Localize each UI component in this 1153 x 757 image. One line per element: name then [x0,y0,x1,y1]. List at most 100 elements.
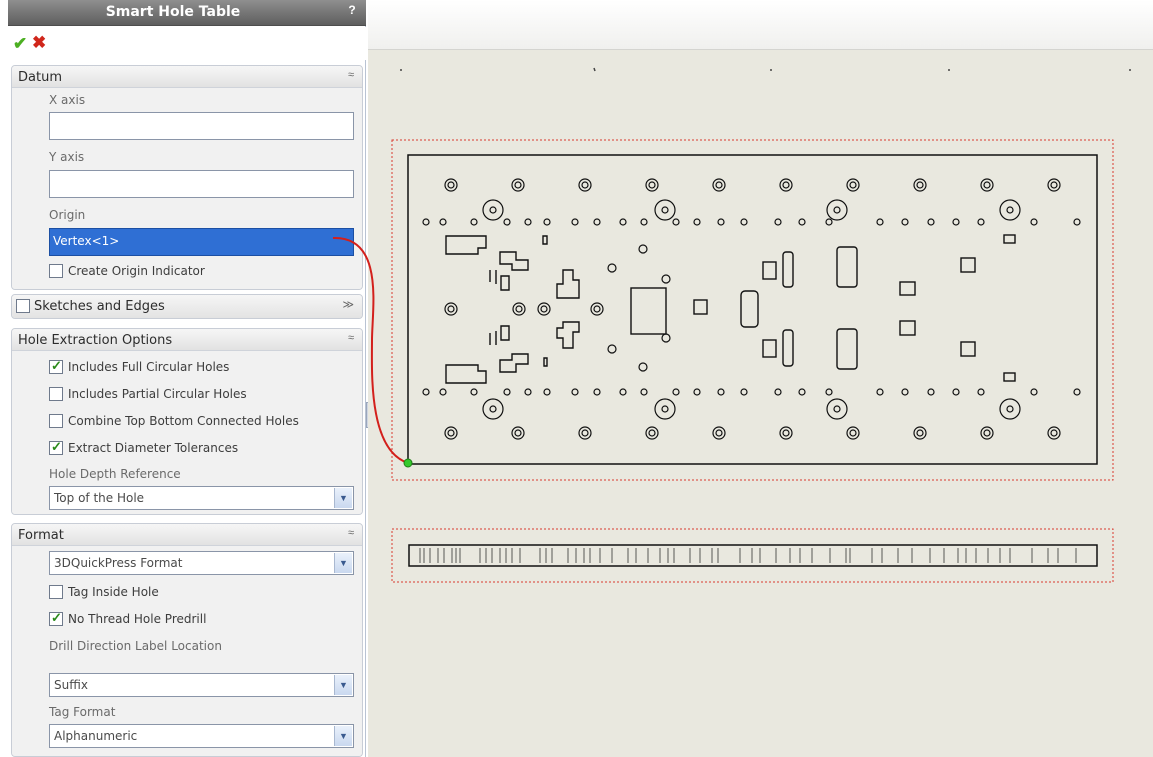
hole [482,199,504,221]
hole [571,388,579,396]
hole [515,305,523,313]
hole [422,218,430,226]
hole [826,398,848,420]
hole [825,218,833,226]
hole [638,362,648,372]
hole [826,199,848,221]
hole [645,426,659,440]
hole [470,388,478,396]
view-frame-top [391,139,1114,481]
hole [779,178,793,192]
hole [661,274,671,284]
hole [717,388,725,396]
hole [1073,388,1081,396]
hole [1006,405,1014,413]
hole [444,302,458,316]
hole [444,426,458,440]
hole [846,178,860,192]
hole [798,218,806,226]
hole [543,388,551,396]
hole [640,218,648,226]
hole [913,426,927,440]
hole [876,218,884,226]
hole [578,178,592,192]
hole [672,388,680,396]
hole [740,218,748,226]
hole [901,388,909,396]
hole [1047,426,1061,440]
hole [712,178,726,192]
hole [638,244,648,254]
hole [849,181,857,189]
hole [977,388,985,396]
hole [590,302,604,316]
hole [607,263,617,273]
hole [782,429,790,437]
origin-leader-line [332,236,409,464]
hole [983,181,991,189]
hole [581,429,589,437]
hole [593,305,601,313]
hole [715,429,723,437]
hole [439,388,447,396]
hole [740,388,748,396]
hole [654,199,676,221]
hole [999,398,1021,420]
hole [447,181,455,189]
hole [489,405,497,413]
hole [833,405,841,413]
hole [1047,178,1061,192]
hole [916,181,924,189]
hole [439,218,447,226]
hole [581,181,589,189]
hole [619,388,627,396]
hole [952,388,960,396]
cutout-shapes [445,234,1016,384]
hole [537,302,551,316]
hole [983,429,991,437]
hole [833,206,841,214]
hole [447,305,455,313]
hole [1030,218,1038,226]
hole [712,426,726,440]
hole [693,388,701,396]
hole [524,218,532,226]
hole [447,429,455,437]
hole [543,218,551,226]
hole [916,429,924,437]
hole [977,218,985,226]
hole [779,426,793,440]
hole [514,429,522,437]
origin-vertex-marker [403,458,413,468]
hole [672,218,680,226]
hole [1073,218,1081,226]
hole [654,398,676,420]
hole [661,405,669,413]
hole [999,199,1021,221]
hole-table-drawing [332,139,1114,583]
plate-outline [407,154,1098,465]
hole [571,218,579,226]
hole [607,344,617,354]
hole [512,302,526,316]
hole [482,398,504,420]
hole [661,206,669,214]
hole [798,388,806,396]
hole [489,206,497,214]
hole [849,429,857,437]
hole [913,178,927,192]
hole [901,218,909,226]
hole [774,388,782,396]
hole [640,388,648,396]
hole [693,218,701,226]
hole [1006,206,1014,214]
hole [422,388,430,396]
hole [1050,429,1058,437]
hole [980,426,994,440]
hole [511,426,525,440]
hole [645,178,659,192]
hole [578,426,592,440]
hole [593,388,601,396]
hole [619,218,627,226]
hole [470,218,478,226]
